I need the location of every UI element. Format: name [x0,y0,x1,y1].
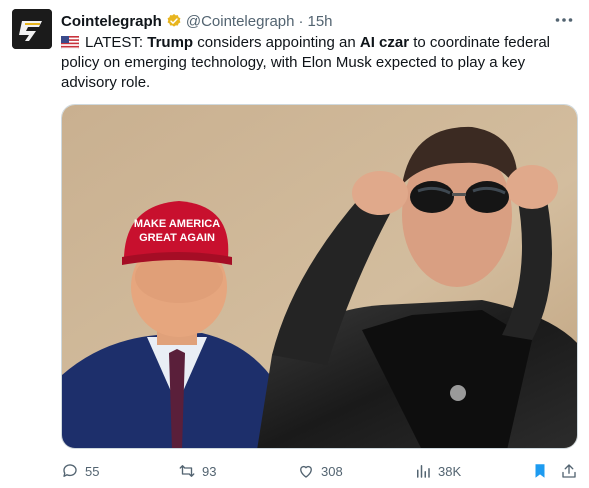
verified-badge-icon[interactable] [166,13,182,29]
tweet-text-bold1: Trump [147,34,194,51]
tweet-text-part2: considers appointing an [193,34,360,51]
bookmark-button[interactable] [531,460,549,482]
cointelegraph-logo [12,9,52,49]
retweet-button[interactable]: 93 [178,460,216,482]
retweet-count: 93 [202,463,217,479]
share-icon [562,464,576,478]
hat-text-line1: MAKE AMERICA [134,218,220,230]
pendant-icon [450,385,466,401]
heart-icon [300,465,312,478]
tweet-text: LATEST: Trump considers appointing an AI… [61,33,573,93]
separator: · [298,12,304,30]
timestamp[interactable]: 15h [307,13,332,30]
action-bar: 55 93 308 38K [61,460,578,482]
tweet-text-part1: LATEST: [85,34,148,51]
share-button[interactable] [560,460,578,482]
reply-count: 55 [85,463,100,479]
views-count: 38K [438,463,462,479]
bookmark-icon [535,464,545,478]
tweet-photo[interactable]: MAKE AMERICA GREAT AGAIN [61,104,578,449]
tweet-text-bold2: AI czar [359,34,410,51]
more-options-button[interactable] [553,10,575,30]
avatar[interactable] [12,9,52,49]
photo-illustration: MAKE AMERICA GREAT AGAIN [62,105,577,448]
retweet-icon [179,465,195,477]
like-button[interactable]: 308 [297,460,343,482]
display-name[interactable]: Cointelegraph [61,13,162,30]
handle[interactable]: @Cointelegraph [186,13,295,30]
more-icon [555,18,573,22]
views-button[interactable]: 38K [414,460,461,482]
hat-text-line2: GREAT AGAIN [139,232,215,244]
tweet[interactable]: Cointelegraph @Cointelegraph · 15h LATES… [0,0,589,488]
like-count: 308 [321,463,343,479]
us-flag-icon [61,36,79,49]
views-icon [417,465,430,478]
tweet-header: Cointelegraph @Cointelegraph · 15h [61,10,333,32]
reply-icon [63,464,77,477]
reply-button[interactable]: 55 [61,460,99,482]
